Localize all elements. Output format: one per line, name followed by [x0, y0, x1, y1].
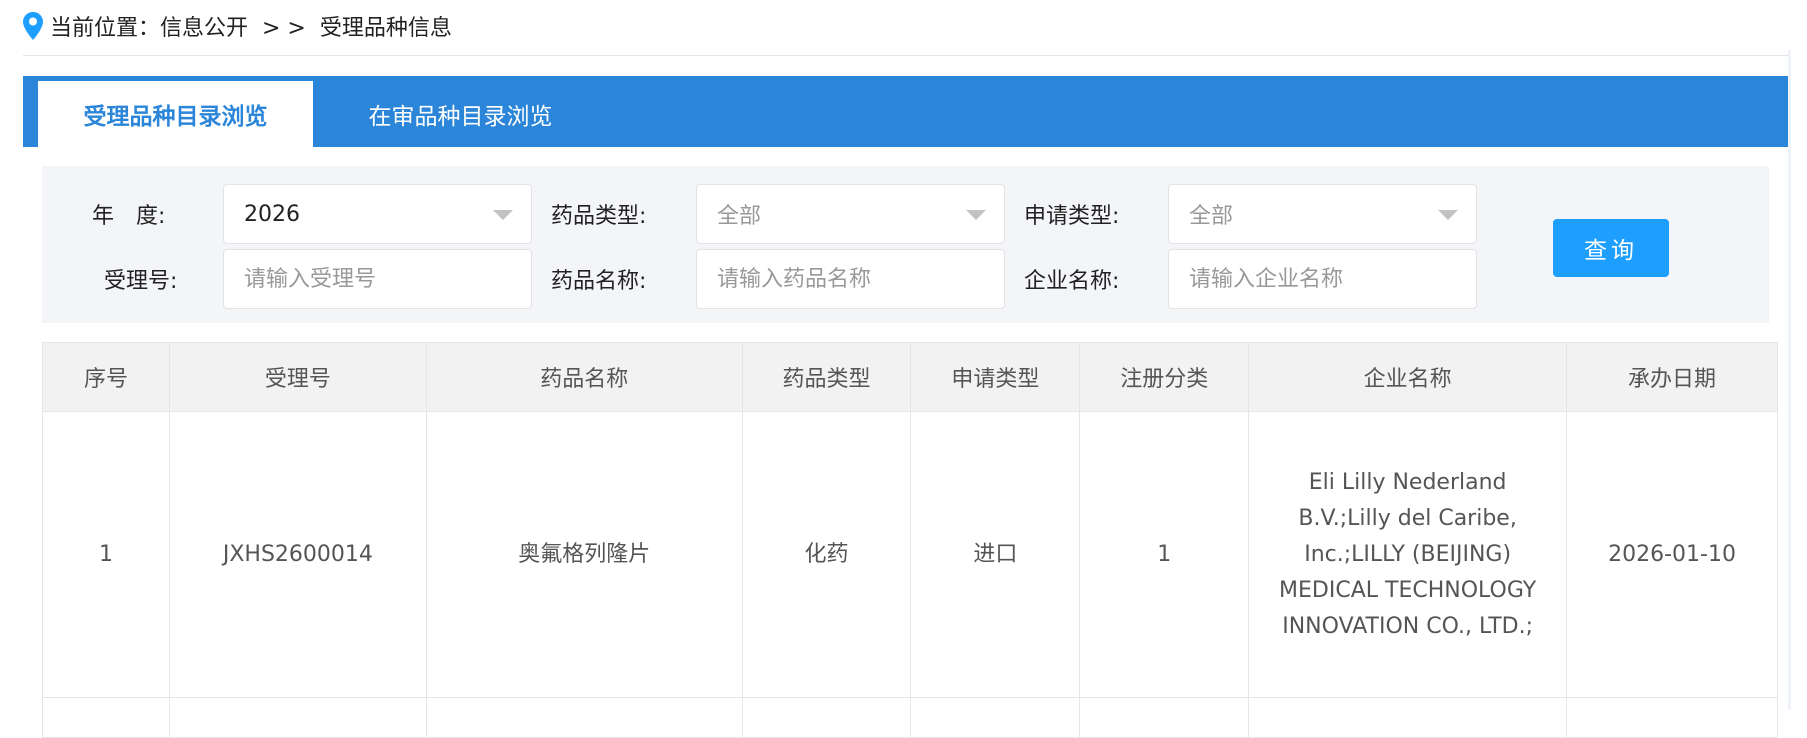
year-value: 2026: [244, 201, 300, 227]
drug-type-value: 全部: [717, 204, 762, 229]
tab-under-review-catalog[interactable]: 在审品种目录浏览: [323, 81, 598, 147]
cell-accept-no: JXHS2600014: [168, 411, 427, 698]
cell-drug-type: 化药: [741, 411, 912, 698]
table-header-row: 序号 受理号 药品名称 药品类型 申请类型 注册分类 企业名称 承办日期: [42, 342, 1778, 412]
col-header-reg-class: 注册分类: [1079, 342, 1250, 412]
search-button[interactable]: 查询: [1553, 219, 1669, 277]
breadcrumb: 当前位置： 信息公开 > > 受理品种信息: [22, 8, 452, 44]
company-input[interactable]: [1189, 266, 1449, 292]
company-field[interactable]: [1168, 249, 1477, 309]
table-row: 1 JXHS2600014 奥氟格列隆片 化药 进口 1 Eli Lilly N…: [42, 411, 1778, 698]
accept-no-field[interactable]: [223, 249, 532, 309]
accept-no-label: 受理号:: [104, 269, 178, 294]
col-header-drug-name: 药品名称: [425, 342, 743, 412]
breadcrumb-prefix: 当前位置：: [50, 16, 161, 41]
col-header-drug-type: 药品类型: [741, 342, 912, 412]
cell-date: 2026-01-10: [1566, 411, 1778, 698]
apply-type-value: 全部: [1189, 204, 1234, 229]
cell-index: 1: [42, 411, 170, 698]
year-select[interactable]: 2026: [223, 184, 532, 244]
company-label: 企业名称:: [1024, 269, 1120, 294]
tab-bar: 受理品种目录浏览 在审品种目录浏览: [23, 76, 1788, 147]
divider: [23, 55, 1789, 56]
col-header-apply-type: 申请类型: [910, 342, 1081, 412]
accept-no-input[interactable]: [244, 266, 504, 292]
filter-panel: 年 度: 2026 药品类型: 全部 申请类型: 全部 受理号: 药品名称: 企…: [42, 166, 1769, 323]
col-header-company: 企业名称: [1248, 342, 1568, 412]
breadcrumb-path[interactable]: 信息公开 > > 受理品种信息: [160, 10, 452, 42]
location-pin-icon: [23, 12, 43, 40]
col-header-date: 承办日期: [1566, 342, 1778, 412]
drug-name-label: 药品名称:: [551, 269, 647, 294]
cell-apply-type: 进口: [910, 411, 1081, 698]
col-header-index: 序号: [42, 342, 170, 412]
cell-reg-class: 1: [1079, 411, 1250, 698]
table-row: [42, 697, 1778, 738]
drug-type-select[interactable]: 全部: [696, 184, 1005, 244]
cell-drug-name: 奥氟格列隆片: [425, 411, 743, 698]
year-label: 年 度:: [92, 204, 166, 229]
tab-accepted-catalog[interactable]: 受理品种目录浏览: [38, 81, 313, 147]
cell-company: Eli Lilly Nederland B.V.;Lilly del Carib…: [1248, 411, 1568, 698]
chevron-down-icon: [966, 210, 986, 220]
apply-type-label: 申请类型:: [1024, 204, 1120, 229]
chevron-down-icon: [1438, 210, 1458, 220]
drug-name-input[interactable]: [717, 266, 977, 292]
results-table: 序号 受理号 药品名称 药品类型 申请类型 注册分类 企业名称 承办日期 1 J…: [42, 342, 1778, 738]
drug-name-field[interactable]: [696, 249, 1005, 309]
col-header-accept-no: 受理号: [168, 342, 427, 412]
chevron-down-icon: [493, 210, 513, 220]
drug-type-label: 药品类型:: [551, 204, 647, 229]
scrollbar-track[interactable]: [1788, 50, 1791, 710]
apply-type-select[interactable]: 全部: [1168, 184, 1477, 244]
